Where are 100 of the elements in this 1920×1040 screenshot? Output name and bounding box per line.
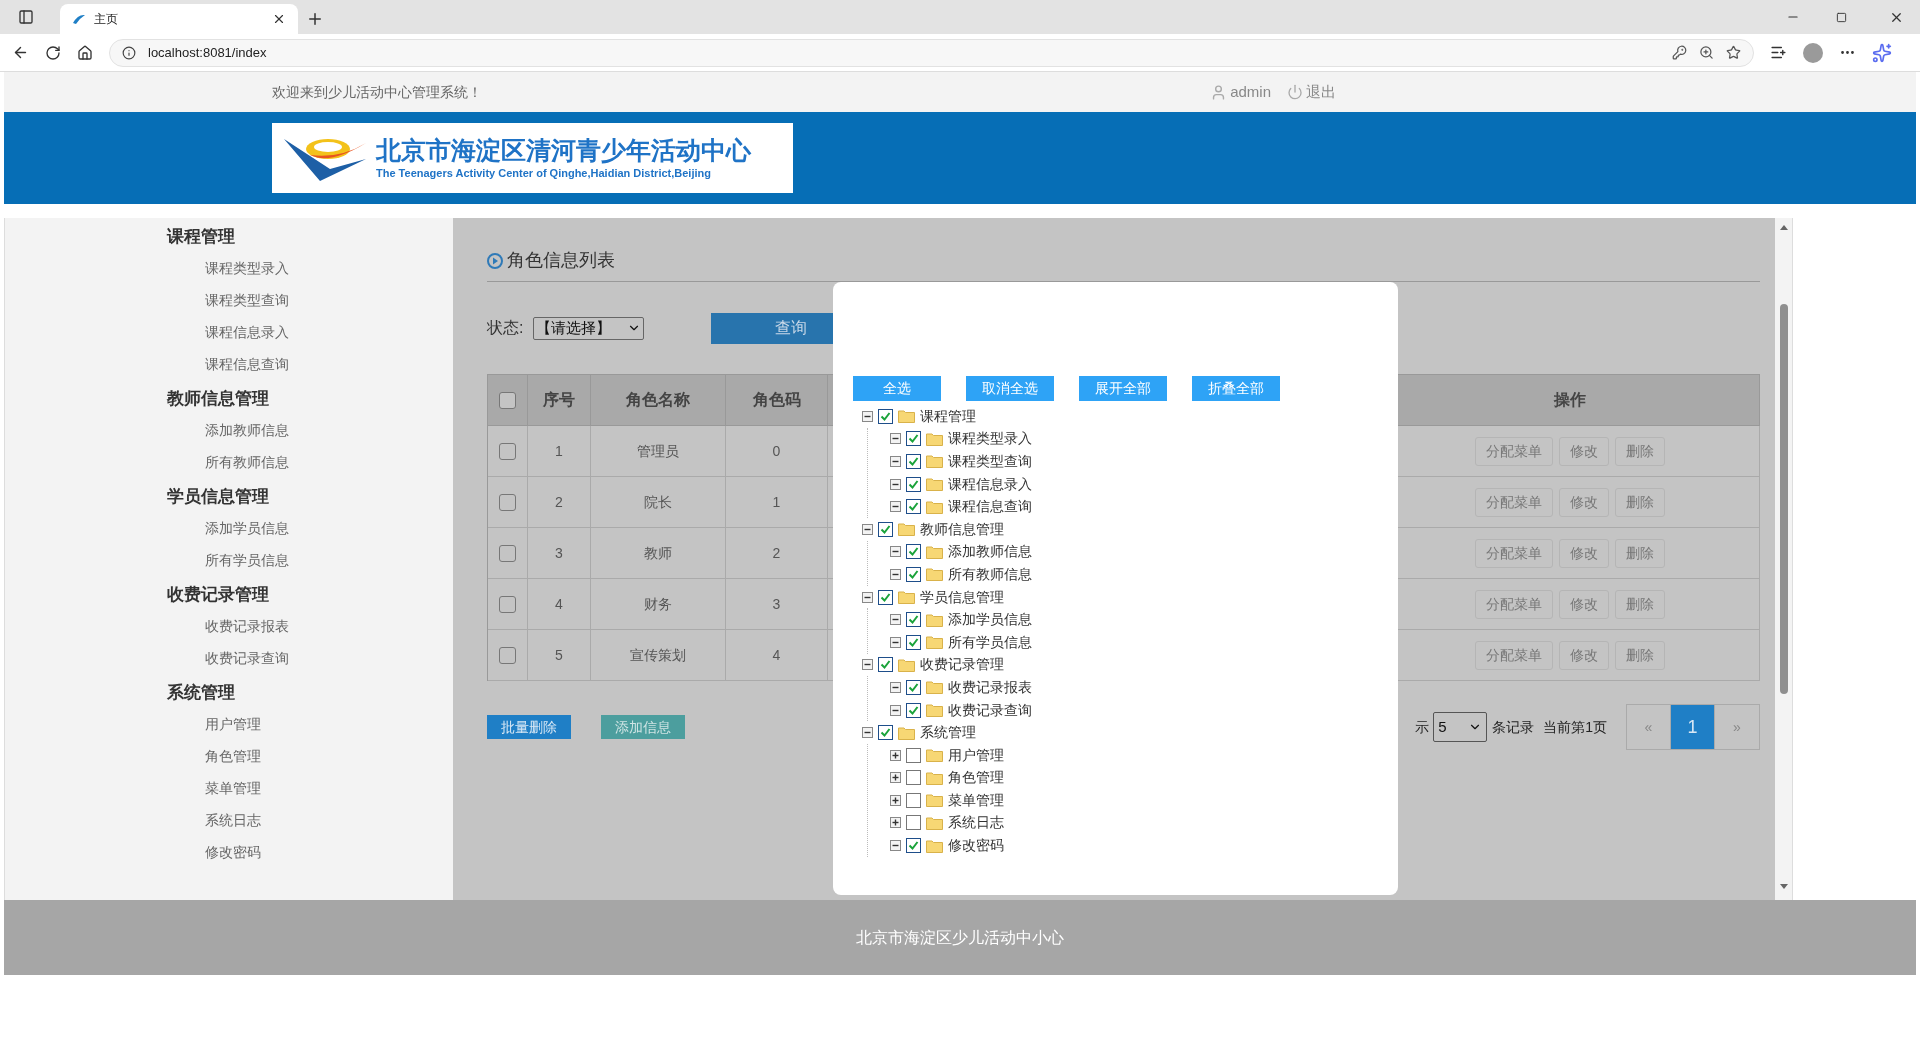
address-bar[interactable]: localhost:8081/index — [109, 38, 1754, 67]
menu-item[interactable]: 所有学员信息 — [167, 546, 453, 578]
info-icon[interactable] — [122, 45, 136, 60]
scroll-up-icon[interactable] — [1779, 224, 1788, 230]
menu-item[interactable]: 修改密码 — [167, 838, 453, 870]
collapse-toggle[interactable] — [862, 727, 873, 739]
collapse-toggle[interactable] — [862, 523, 873, 535]
key-icon[interactable] — [1672, 45, 1687, 60]
tree-item-label[interactable]: 收费记录查询 — [948, 699, 1032, 721]
status-select[interactable]: 【请选择】 — [533, 316, 645, 340]
sidebar-toggle-icon[interactable] — [18, 9, 34, 25]
checkbox[interactable] — [906, 476, 921, 492]
checkbox[interactable] — [906, 838, 921, 854]
checkbox[interactable] — [906, 499, 921, 515]
checkbox[interactable] — [878, 521, 893, 537]
home-icon[interactable] — [77, 44, 93, 61]
tree-item-label[interactable]: 角色管理 — [948, 767, 1004, 789]
menu-item[interactable]: 课程类型查询 — [167, 286, 453, 318]
logout-link[interactable]: 退出 — [1306, 80, 1336, 104]
copilot-icon[interactable] — [1872, 42, 1892, 63]
tree-item-label[interactable]: 课程管理 — [920, 405, 976, 427]
checkbox[interactable] — [499, 391, 516, 409]
collapse-toggle[interactable] — [890, 840, 901, 852]
tree-item-label[interactable]: 课程信息录入 — [948, 473, 1032, 495]
new-tab-icon[interactable] — [306, 10, 324, 28]
restore-icon[interactable] — [1836, 12, 1847, 23]
close-icon[interactable] — [272, 12, 286, 26]
checkbox[interactable] — [906, 815, 921, 831]
collapse-toggle[interactable] — [890, 456, 901, 467]
checkbox[interactable] — [499, 493, 516, 511]
checkbox[interactable] — [906, 612, 921, 628]
menu-item[interactable]: 用户管理 — [167, 710, 453, 742]
checkbox[interactable] — [499, 544, 516, 562]
menu-item[interactable]: 添加学员信息 — [167, 514, 453, 546]
zoom-icon[interactable] — [1699, 45, 1714, 60]
tree-item-label[interactable]: 用户管理 — [948, 744, 1004, 766]
checkbox[interactable] — [499, 646, 516, 664]
tree-item-label[interactable]: 学员信息管理 — [920, 586, 1004, 608]
collapse-toggle[interactable] — [862, 591, 873, 603]
expand-toggle[interactable] — [890, 794, 901, 806]
bulk-delete-button[interactable]: 批量删除 — [487, 715, 571, 739]
menu-item[interactable]: 角色管理 — [167, 742, 453, 774]
scrollbar[interactable] — [1775, 218, 1793, 900]
tree-item-label[interactable]: 系统日志 — [948, 812, 1004, 834]
checkbox[interactable] — [878, 408, 893, 424]
expand-toggle[interactable] — [890, 749, 901, 761]
tree-item-label[interactable]: 所有学员信息 — [948, 631, 1032, 653]
back-icon[interactable] — [12, 44, 29, 61]
menu-group-title[interactable]: 教师信息管理 — [167, 382, 453, 416]
expand-toggle[interactable] — [890, 817, 901, 829]
tree-item-label[interactable]: 修改密码 — [948, 835, 1004, 857]
reload-icon[interactable] — [45, 44, 61, 61]
collapse-toggle[interactable] — [890, 636, 901, 648]
menu-item[interactable]: 课程类型录入 — [167, 254, 453, 286]
checkbox[interactable] — [878, 725, 893, 741]
menu-group-title[interactable]: 学员信息管理 — [167, 480, 453, 514]
page-button[interactable]: 1 — [1671, 705, 1715, 749]
tree-item-label[interactable]: 添加教师信息 — [948, 541, 1032, 563]
profile-avatar[interactable] — [1803, 42, 1823, 63]
checkbox[interactable] — [906, 544, 921, 560]
checkbox[interactable] — [878, 589, 893, 605]
tree-item-label[interactable]: 所有教师信息 — [948, 563, 1032, 585]
menu-item[interactable]: 菜单管理 — [167, 774, 453, 806]
tree-item-label[interactable]: 系统管理 — [920, 722, 976, 744]
menu-item[interactable]: 收费记录查询 — [167, 644, 453, 676]
checkbox[interactable] — [878, 657, 893, 673]
checkbox[interactable] — [499, 442, 516, 460]
checkbox[interactable] — [906, 747, 921, 763]
tree-item-label[interactable]: 收费记录报表 — [948, 676, 1032, 698]
scroll-down-icon[interactable] — [1779, 884, 1788, 890]
collapse-toggle[interactable] — [890, 546, 901, 558]
collapse-toggle[interactable] — [890, 704, 901, 716]
collapse-toggle[interactable] — [890, 478, 901, 490]
checkbox[interactable] — [906, 702, 921, 718]
close-icon[interactable] — [1889, 10, 1904, 25]
checkbox[interactable] — [906, 770, 921, 786]
browser-tab[interactable]: 主页 — [60, 4, 298, 34]
collapse-toggle[interactable] — [890, 614, 901, 626]
checkbox[interactable] — [906, 566, 921, 582]
collapse-toggle[interactable] — [890, 501, 901, 513]
collapse-toggle[interactable] — [890, 681, 901, 693]
menu-group-title[interactable]: 收费记录管理 — [167, 578, 453, 612]
favorite-icon[interactable] — [1726, 45, 1741, 60]
favorites-icon[interactable] — [1770, 44, 1787, 61]
tree-item-label[interactable]: 收费记录管理 — [920, 654, 1004, 676]
tree-item-label[interactable]: 添加学员信息 — [948, 609, 1032, 631]
menu-item[interactable]: 课程信息录入 — [167, 318, 453, 350]
menu-group-title[interactable]: 系统管理 — [167, 676, 453, 710]
menu-item[interactable]: 课程信息查询 — [167, 350, 453, 382]
menu-item[interactable]: 添加教师信息 — [167, 416, 453, 448]
tree-item-label[interactable]: 课程类型查询 — [948, 451, 1032, 472]
tree-item-label[interactable]: 教师信息管理 — [920, 518, 1004, 540]
menu-item[interactable]: 所有教师信息 — [167, 448, 453, 480]
collapse-toggle[interactable] — [890, 433, 901, 445]
expand-toggle[interactable] — [890, 772, 901, 784]
menu-group-title[interactable]: 课程管理 — [167, 220, 453, 254]
menu-item[interactable]: 系统日志 — [167, 806, 453, 838]
collapse-toggle[interactable] — [890, 568, 901, 580]
username-link[interactable]: admin — [1230, 80, 1271, 104]
tree-item-label[interactable]: 菜单管理 — [948, 789, 1004, 811]
